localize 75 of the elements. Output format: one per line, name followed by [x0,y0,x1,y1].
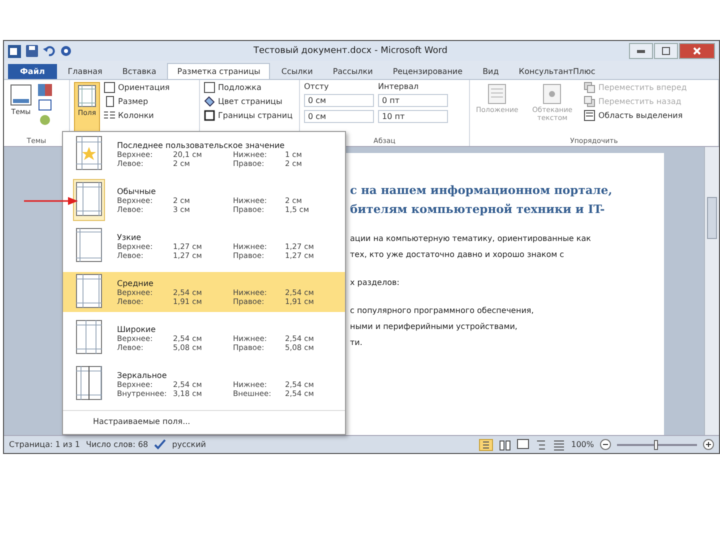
page-icon [204,82,215,93]
heading-line: бителям компьютерной техники и IT- [350,201,606,218]
text-line: ти. [350,337,364,349]
spacing-label: Интервал [378,82,420,91]
undo-icon[interactable] [43,45,55,57]
page-margins-icon [76,228,102,262]
page-margins-icon [78,85,96,107]
text-line: тех, кто уже достаточно давно и хорошо знаком с [350,249,566,261]
page-margins-icon [76,274,102,308]
indent-label: Отсту [304,82,330,91]
selection-pane-button[interactable]: Область выделения [584,110,687,121]
columns-icon [104,110,115,121]
page-icon [104,96,115,107]
window-title: Тестовый документ.docx - Microsoft Word [252,46,449,56]
heading-line: с на нашем информационном портале, [350,182,614,199]
ribbon-tab[interactable]: Рецензирование [384,64,472,79]
zoom-in-icon[interactable] [703,439,714,450]
page-layout-icon [488,84,506,104]
minimize-button[interactable] [629,43,653,59]
print-layout-icon[interactable] [479,438,494,450]
page-color-button[interactable]: Цвет страницы [204,96,295,107]
layers-icon [584,96,596,107]
text-line: ными и периферийными устройствами, [350,321,518,333]
close-icon [693,47,701,55]
reading-layout-icon[interactable] [499,438,512,450]
web-layout-icon[interactable] [517,438,530,450]
ribbon-tab[interactable]: Главная [58,64,112,79]
columns-button[interactable]: Колонки [104,110,170,121]
spacing-before-field[interactable]: 0 пт [378,94,448,107]
theme-colors-icon[interactable] [38,84,52,96]
proofing-icon[interactable] [154,439,166,450]
custom-margins-item[interactable]: Настраиваемые поля... [63,410,345,432]
page-borders-button[interactable]: Границы страниц [204,110,295,121]
page-margins-icon [76,320,102,354]
zoom-out-icon[interactable] [600,439,611,450]
draft-icon[interactable] [553,438,566,450]
text-wrap-icon [543,84,562,104]
minimize-icon [637,50,645,52]
watermark-button[interactable]: Подложка [204,82,295,93]
ribbon-tab[interactable]: Рассылки [324,64,382,79]
maximize-icon [662,47,670,55]
page-border-icon [204,110,215,121]
size-button[interactable]: Размер [104,96,170,107]
word-count[interactable]: Число слов: 68 [86,440,148,449]
selection-pane-icon [584,110,596,121]
ribbon-tab[interactable]: Вид [474,64,508,79]
save-icon[interactable] [26,45,38,57]
maximize-button[interactable] [654,43,678,59]
theme-fonts-icon[interactable] [38,99,52,111]
close-button[interactable] [679,43,715,59]
ribbon-tab[interactable]: Разметка страницы [167,63,270,79]
page-margins-icon [76,366,102,400]
spacing-after-field[interactable]: 10 пт [378,110,448,123]
layers-icon [584,82,596,93]
page-margins-icon [76,136,102,170]
paint-bucket-icon [204,96,215,107]
page-margins-icon [76,182,102,216]
themes-icon [10,84,32,106]
outline-icon[interactable] [535,438,548,450]
zoom-level[interactable]: 100% [571,440,594,449]
language-indicator[interactable]: русский [172,440,206,449]
text-line: с популярного программного обеспечения, [350,305,535,317]
left-indent-field[interactable]: 0 см [304,94,374,107]
page-count[interactable]: Страница: 1 из 1 [9,440,80,449]
ribbon-tab[interactable]: Ссылки [272,64,322,79]
text-line: х разделов: [350,277,400,289]
pointer-arrow [24,196,78,206]
ribbon-tab[interactable]: Файл [8,64,57,79]
orientation-button[interactable]: Ориентация [104,82,170,93]
vertical-scrollbar[interactable] [704,147,719,435]
text-line: ации на компьютерную тематику, ориентированные как [350,233,592,245]
right-indent-field[interactable]: 0 см [304,110,374,123]
ribbon-tab[interactable]: КонсультантПлюс [510,64,604,79]
page-icon [104,82,115,93]
ribbon-tab[interactable]: Вставка [113,64,166,79]
